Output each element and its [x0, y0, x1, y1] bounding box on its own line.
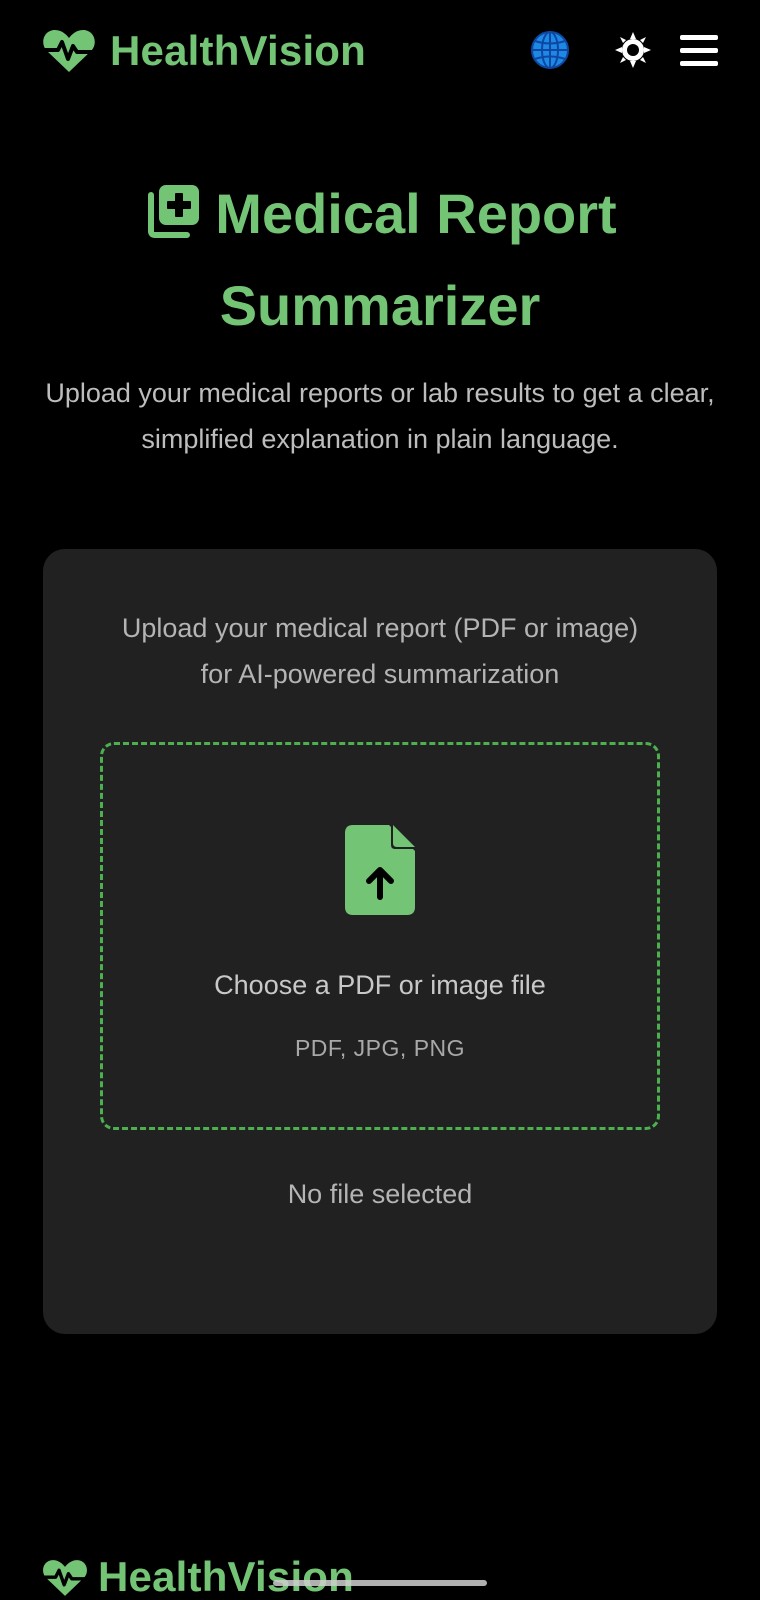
page-title: Medical Report Summarizer [60, 168, 700, 352]
file-status: No file selected [287, 1179, 473, 1209]
page-subtitle: Upload your medical reports or lab resul… [45, 378, 715, 454]
globe-icon [531, 31, 569, 69]
theme-toggle-button[interactable] [609, 26, 657, 74]
brand-logo[interactable]: HealthVision [42, 26, 366, 76]
choose-file-label: Choose a PDF or image file [214, 970, 546, 1000]
sun-icon [615, 32, 651, 68]
home-indicator[interactable] [273, 1580, 487, 1586]
language-button[interactable] [526, 26, 574, 74]
heartbeat-icon [42, 1560, 88, 1596]
top-bar: HealthVision [0, 0, 760, 100]
file-dropzone[interactable]: Choose a PDF or image file PDF, JPG, PNG [100, 742, 660, 1130]
upload-description: Upload your medical report (PDF or image… [121, 613, 639, 689]
footer-brand[interactable]: HealthVision [42, 1552, 354, 1600]
menu-icon [680, 35, 718, 66]
supported-formats: PDF, JPG, PNG [294, 1035, 466, 1061]
medical-copy-icon [148, 185, 200, 238]
file-upload-icon [345, 825, 415, 915]
brand-name: HealthVision [110, 27, 367, 74]
menu-button[interactable] [675, 26, 723, 74]
footer-brand-name: HealthVision [98, 1553, 355, 1600]
page-title-text: Medical Report Summarizer [215, 182, 617, 337]
heartbeat-icon [42, 29, 96, 72]
page: HealthVision Medical Report Summarizer U… [0, 0, 760, 1600]
upload-card: Upload your medical report (PDF or image… [43, 549, 717, 1334]
